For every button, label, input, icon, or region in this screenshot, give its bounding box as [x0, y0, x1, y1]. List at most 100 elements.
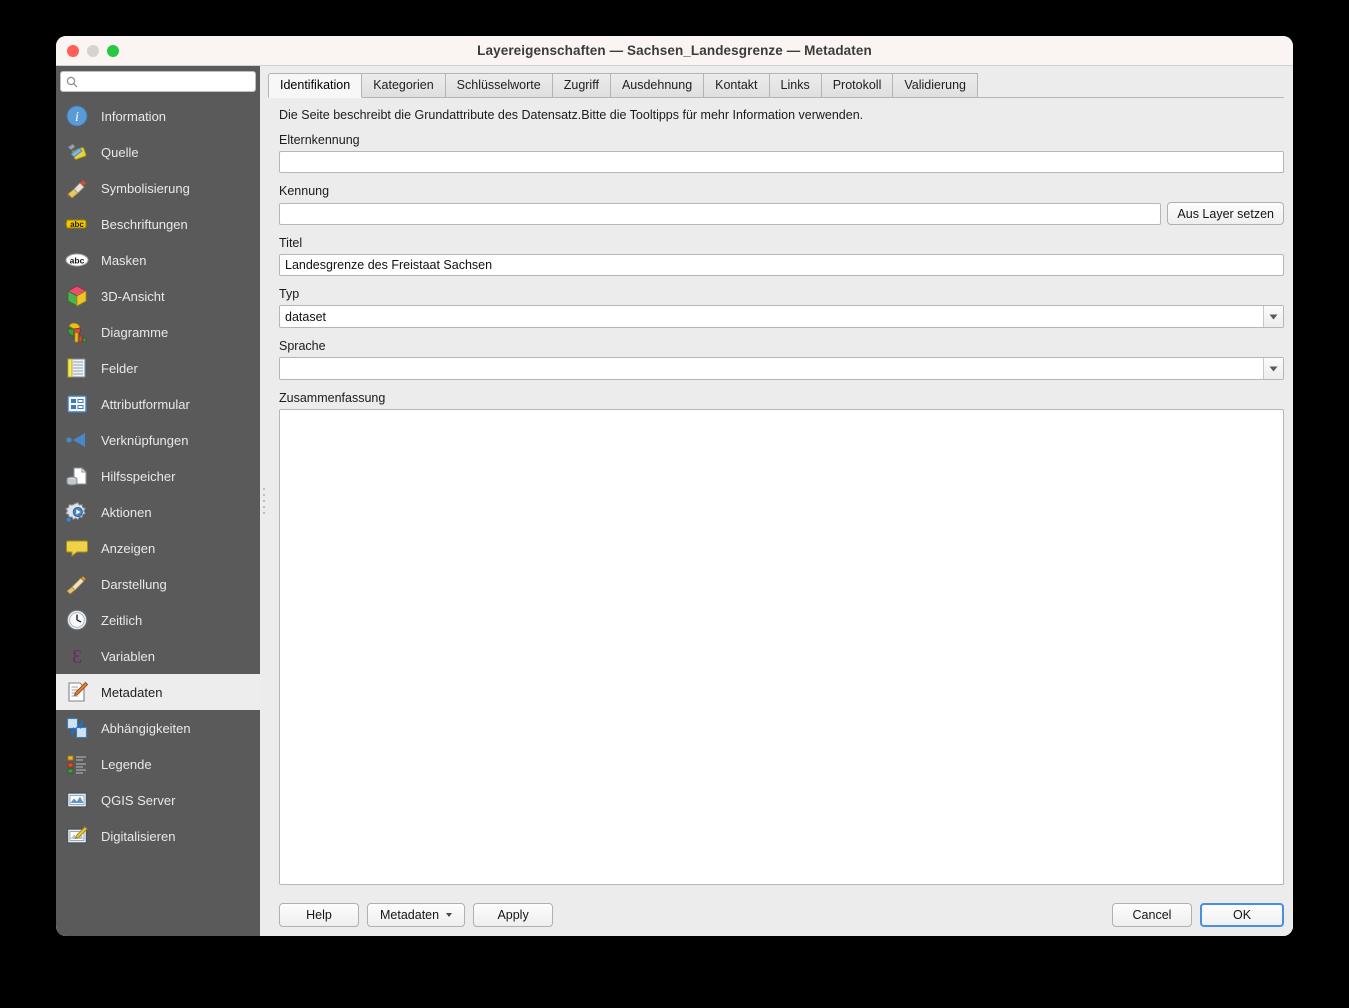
- sidebar-item-label: Hilfsspeicher: [101, 468, 176, 484]
- sidebar-item-label: Darstellung: [101, 576, 167, 592]
- sidebar-item-label: Anzeigen: [101, 540, 156, 556]
- sidebar-item-label: 3D-Ansicht: [101, 288, 165, 304]
- sidebar-item-aktionen[interactable]: Aktionen: [56, 494, 260, 530]
- splitter-grip-icon: [263, 488, 265, 514]
- tab-protokoll[interactable]: Protokoll: [820, 73, 894, 98]
- svg-text:abc: abc: [70, 220, 84, 229]
- information-icon: i: [65, 104, 89, 128]
- sidebar-item-masken[interactable]: abc Masken: [56, 242, 260, 278]
- sidebar-item-label: Masken: [101, 252, 147, 268]
- sidebar-item-quelle[interactable]: Quelle: [56, 134, 260, 170]
- sidebar-item-attributformular[interactable]: Attributformular: [56, 386, 260, 422]
- sidebar-item-symbolisierung[interactable]: Symbolisierung: [56, 170, 260, 206]
- sidebar-item-label: Information: [101, 108, 167, 124]
- abstract-label: Zusammenfassung: [279, 391, 386, 405]
- sidebar-item-label: Variablen: [101, 648, 155, 664]
- fields-table-icon: [65, 356, 89, 380]
- sidebar-item-felder[interactable]: Felder: [56, 350, 260, 386]
- tab-validierung[interactable]: Validierung: [892, 73, 978, 98]
- sidebar-item-qgis-server[interactable]: QGIS Server: [56, 782, 260, 818]
- cancel-button[interactable]: Cancel: [1112, 903, 1192, 927]
- sidebar-item-hilfsspeicher[interactable]: Hilfsspeicher: [56, 458, 260, 494]
- help-button[interactable]: Help: [279, 903, 359, 927]
- tab-kontakt[interactable]: Kontakt: [703, 73, 770, 98]
- digitizing-icon: [65, 824, 89, 848]
- identification-form: Die Seite beschreibt die Grundattribute …: [268, 98, 1284, 894]
- language-combobox[interactable]: [279, 357, 1284, 380]
- tab-kategorien[interactable]: Kategorien: [361, 73, 446, 98]
- 3d-view-cube-icon: [65, 284, 89, 308]
- window-controls: [67, 44, 119, 57]
- sidebar-item-verkn-pfungen[interactable]: Verknüpfungen: [56, 422, 260, 458]
- diagrams-chart-icon: [65, 320, 89, 344]
- tab-links[interactable]: Links: [768, 73, 822, 98]
- type-label: Typ: [279, 287, 300, 301]
- sidebar-item-label: Digitalisieren: [101, 828, 176, 844]
- sidebar-item-digitalisieren[interactable]: Digitalisieren: [56, 818, 260, 854]
- layer-properties-dialog: Layereigenschaften — Sachsen_Landesgrenz…: [56, 36, 1293, 936]
- svg-text:Ɛ: Ɛ: [72, 646, 82, 668]
- sidebar-item-label: Beschriftungen: [101, 216, 188, 232]
- type-combobox[interactable]: dataset: [279, 305, 1284, 328]
- sidebar-item-darstellung[interactable]: Darstellung: [56, 566, 260, 602]
- sidebar-item-label: Attributformular: [101, 396, 190, 412]
- sidebar-item-legende[interactable]: Legende: [56, 746, 260, 782]
- caret-down-icon: [446, 913, 453, 917]
- minimize-window-button[interactable]: [87, 44, 99, 57]
- search-input[interactable]: [83, 72, 255, 91]
- sidebar-item-label: Symbolisierung: [101, 180, 190, 196]
- ok-button[interactable]: OK: [1200, 903, 1284, 927]
- dialog-footer: Help Metadaten Apply Cancel OK: [268, 894, 1284, 936]
- dialog-body: i Information Quelle Symbolisierung abc Besch…: [56, 66, 1293, 936]
- svg-text:i: i: [75, 110, 79, 125]
- type-combobox-value: dataset: [285, 309, 327, 324]
- title-input[interactable]: [279, 254, 1284, 276]
- sidebar-item-3d-ansicht[interactable]: 3D-Ansicht: [56, 278, 260, 314]
- sidebar-item-metadaten[interactable]: Metadaten: [56, 674, 260, 710]
- symbology-icon: [65, 176, 89, 200]
- rendering-brush-icon: [65, 572, 89, 596]
- metadata-menu-button[interactable]: Metadaten: [367, 903, 466, 927]
- chevron-down-icon[interactable]: [1263, 358, 1283, 379]
- tab-identifikation[interactable]: Identifikation: [268, 73, 363, 98]
- sidebar-item-label: Quelle: [101, 144, 139, 160]
- parent-id-row: [279, 151, 1284, 173]
- sidebar-item-diagramme[interactable]: Diagramme: [56, 314, 260, 350]
- sidebar-item-label: Zeitlich: [101, 612, 143, 628]
- sidebar-item-label: Abhängigkeiten: [101, 720, 191, 736]
- sidebar-item-zeitlich[interactable]: Zeitlich: [56, 602, 260, 638]
- chevron-down-icon[interactable]: [1263, 306, 1283, 327]
- abstract-textarea-box[interactable]: [279, 409, 1284, 885]
- sidebar-item-variablen[interactable]: Ɛ Variablen: [56, 638, 260, 674]
- metadata-menu-label: Metadaten: [380, 908, 440, 922]
- identifier-input[interactable]: [279, 202, 1162, 225]
- abstract-textarea[interactable]: [280, 410, 1283, 884]
- sidebar-item-label: Verknüpfungen: [101, 432, 189, 448]
- type-row: dataset: [279, 305, 1284, 328]
- sidebar-item-anzeigen[interactable]: Anzeigen: [56, 530, 260, 566]
- form-intro-text: Die Seite beschreibt die Grundattribute …: [279, 108, 864, 122]
- search-box[interactable]: [60, 71, 256, 92]
- sidebar-item-beschriftungen[interactable]: abc Beschriftungen: [56, 206, 260, 242]
- sidebar-splitter[interactable]: [260, 66, 268, 936]
- legend-icon: [65, 752, 89, 776]
- parent-id-input[interactable]: [279, 151, 1284, 173]
- zoom-window-button[interactable]: [107, 44, 119, 57]
- set-from-layer-button[interactable]: Aus Layer setzen: [1167, 202, 1284, 225]
- tab-bar: Identifikation Kategorien Schlüsselworte Zu…: [268, 66, 1284, 98]
- display-balloon-icon: [65, 536, 89, 560]
- sidebar-item-abh-ngigkeiten[interactable]: Abhängigkeiten: [56, 710, 260, 746]
- sidebar-item-information[interactable]: i Information: [56, 98, 260, 134]
- auxiliary-storage-icon: [65, 464, 89, 488]
- actions-gear-icon: [65, 500, 89, 524]
- tab-zugriff[interactable]: Zugriff: [551, 73, 611, 98]
- masks-abc-icon: abc: [65, 248, 89, 272]
- tab-schl-sselworte[interactable]: Schlüsselworte: [444, 73, 553, 98]
- close-window-button[interactable]: [67, 44, 79, 57]
- metadata-pencil-icon: [65, 680, 89, 704]
- language-row: [279, 357, 1284, 380]
- language-label: Sprache: [279, 339, 326, 353]
- tab-ausdehnung[interactable]: Ausdehnung: [609, 73, 705, 98]
- search-icon: [66, 76, 78, 88]
- apply-button[interactable]: Apply: [473, 903, 554, 927]
